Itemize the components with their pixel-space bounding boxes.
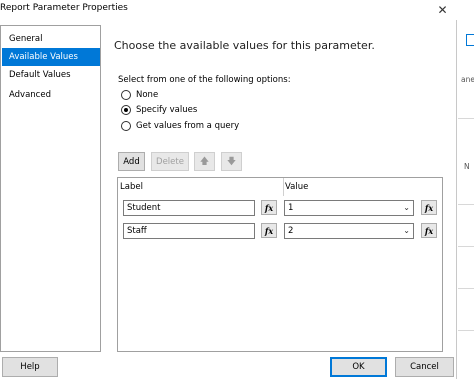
values-grid: Label Value Student fx 1 ⌄ fx Staff fx 2… bbox=[117, 177, 443, 352]
background-divider bbox=[458, 118, 474, 119]
options-label: Select from one of the following options… bbox=[118, 75, 291, 85]
window-title: Report Parameter Properties bbox=[0, 3, 128, 13]
background-divider bbox=[458, 330, 474, 331]
value-expression-button-row-2[interactable]: fx bbox=[421, 223, 437, 238]
report-parameter-properties-dialog: Report Parameter Properties ✕ General Av… bbox=[0, 0, 457, 379]
ok-button[interactable]: OK bbox=[330, 357, 387, 377]
value-expression-button-row-1[interactable]: fx bbox=[421, 200, 437, 215]
label-input-row-2[interactable]: Staff bbox=[123, 223, 255, 239]
help-button[interactable]: Help bbox=[2, 357, 58, 377]
move-down-button[interactable]: 🡇 bbox=[221, 152, 242, 171]
move-up-button[interactable]: 🡅 bbox=[194, 152, 215, 171]
column-header-value: Value bbox=[285, 182, 309, 192]
page-heading: Choose the available values for this par… bbox=[114, 39, 375, 52]
background-text-fragment: ane bbox=[461, 75, 474, 84]
delete-button[interactable]: Delete bbox=[151, 152, 189, 171]
sidebar-item-advanced[interactable]: Advanced bbox=[2, 86, 100, 104]
sidebar-nav: General Available Values Default Values … bbox=[0, 25, 101, 352]
value-combo-row-2[interactable]: 2 ⌄ bbox=[284, 223, 414, 239]
label-expression-button-row-2[interactable]: fx bbox=[261, 223, 277, 238]
title-bar: Report Parameter Properties ✕ bbox=[0, 0, 457, 20]
chevron-down-icon: ⌄ bbox=[403, 203, 410, 212]
chevron-down-icon: ⌄ bbox=[403, 226, 410, 235]
background-bracket bbox=[466, 34, 474, 46]
radio-circle-checked bbox=[121, 105, 131, 115]
radio-specify-values[interactable]: Specify values bbox=[121, 105, 197, 115]
background-text-fragment: N bbox=[464, 162, 470, 171]
add-button[interactable]: Add bbox=[118, 152, 145, 171]
value-text-row-1: 1 bbox=[288, 203, 294, 213]
column-header-label: Label bbox=[120, 182, 143, 192]
radio-circle bbox=[121, 90, 131, 100]
radio-none[interactable]: None bbox=[121, 90, 158, 100]
arrow-down-icon: 🡇 bbox=[226, 156, 237, 167]
sidebar-item-general[interactable]: General bbox=[2, 30, 100, 48]
radio-label-specify-values: Specify values bbox=[136, 105, 198, 115]
radio-circle bbox=[121, 121, 131, 131]
label-expression-button-row-1[interactable]: fx bbox=[261, 200, 277, 215]
value-text-row-2: 2 bbox=[288, 226, 294, 236]
background-window-strip: ane N bbox=[458, 0, 474, 379]
background-divider bbox=[458, 204, 474, 205]
radio-label-get-values-from-query: Get values from a query bbox=[136, 121, 240, 131]
radio-label-none: None bbox=[136, 90, 159, 100]
label-input-row-1[interactable]: Student bbox=[123, 200, 255, 216]
cancel-button[interactable]: Cancel bbox=[395, 357, 454, 377]
sidebar-item-default-values[interactable]: Default Values bbox=[2, 66, 100, 84]
close-icon[interactable]: ✕ bbox=[428, 0, 457, 20]
background-divider bbox=[458, 288, 474, 289]
arrow-up-icon: 🡅 bbox=[199, 156, 210, 167]
sidebar-item-available-values[interactable]: Available Values bbox=[2, 48, 100, 66]
radio-get-values-from-query[interactable]: Get values from a query bbox=[121, 121, 239, 131]
value-combo-row-1[interactable]: 1 ⌄ bbox=[284, 200, 414, 216]
background-divider bbox=[458, 246, 474, 247]
column-divider bbox=[283, 178, 284, 196]
